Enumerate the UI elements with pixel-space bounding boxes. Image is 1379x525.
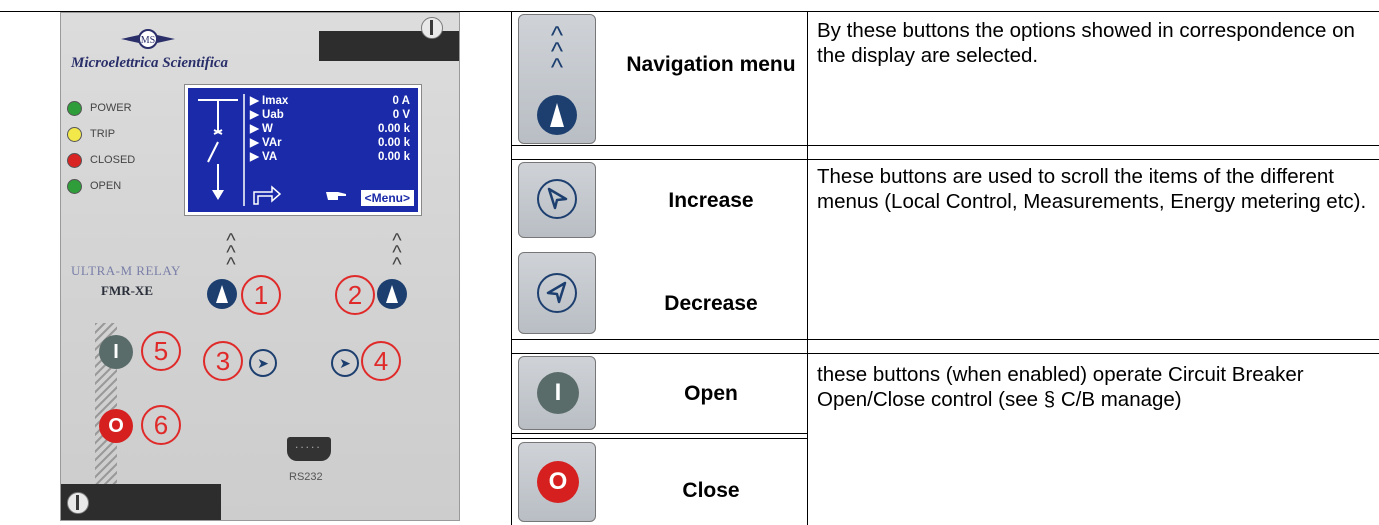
navigation-icon-box: ^ ^ ^ [518,14,596,144]
led-open: OPEN [67,173,135,199]
chevron-up-icon: ^ ^ ^ [226,230,236,276]
desc-increase-decrease: These buttons are used to scroll the ite… [817,165,1367,213]
decrease-arrow-icon [537,273,577,313]
label-decrease: Decrease [664,292,758,315]
table-divider [511,433,807,434]
reading-uab: ▶ Uab 0 V [250,109,410,121]
close-button-icon: O [537,461,579,503]
decrease-button[interactable]: ➤ [331,349,359,377]
arrow-right-icon [253,185,282,205]
button-reference-table: ^ ^ ^ Navigation menu By these buttons the… [511,12,1379,525]
pointing-hand-icon [326,192,346,200]
desc-open-close: these buttons (when enabled) operate Cir… [817,363,1304,411]
callout-1: 1 [241,275,281,315]
brand-name: Microelettrica Scientifica [71,55,229,71]
rs232-port-icon [287,437,331,461]
lcd-display: ▶ Imax 0 A ▶ Uab 0 V ▶ W 0.00 k ▶ VAr 0.00 k… [185,85,421,215]
open-button[interactable]: I [99,335,133,369]
label-open: Open [684,382,738,405]
relay-model-line1: ULTRA-M RELAY [71,263,181,278]
led-label: POWER [90,102,132,114]
open-button-icon: I [537,372,579,414]
callout-5: 5 [141,331,181,371]
left-nav-button[interactable] [207,279,237,309]
callout-2: 2 [335,275,375,315]
reading-var: ▶ VAr 0.00 k [250,137,410,149]
callout-4: 4 [361,341,401,381]
menu-softkey-label: <Menu> [360,190,414,206]
screw-icon [421,17,443,39]
desc-navigation-menu: By these buttons the options showed in c… [817,19,1355,67]
increase-button[interactable]: ➤ [249,349,277,377]
decrease-icon-box [518,252,596,334]
led-trip: TRIP [67,121,135,147]
table-divider [511,353,1379,354]
led-label: TRIP [90,128,116,140]
reading-va: ▶ VA 0.00 k [250,151,410,163]
callout-6: 6 [141,405,181,445]
led-open-icon [67,178,82,194]
led-label: CLOSED [90,154,136,166]
led-closed: CLOSED [67,147,135,173]
label-navigation-menu: Navigation menu [626,53,796,76]
label-increase: Increase [668,189,754,212]
close-icon-box: O [518,442,596,522]
breaker-diagram-icon [198,94,245,206]
table-divider [511,145,1379,146]
open-icon-box: I [518,356,596,430]
close-button[interactable]: O [99,409,133,443]
chevron-up-icon: ^ ^ ^ [550,20,564,82]
logo-icon: MS [121,29,175,49]
relay-front-panel: MS Microelettrica Scientifica POWER TRIP… [60,12,460,521]
callout-3: 3 [203,341,243,381]
display-readings: ▶ Imax 0 A ▶ Uab 0 V ▶ W 0.00 k ▶ VAr 0.00 k… [250,94,410,164]
led-label: OPEN [90,180,122,192]
label-close: Close [682,479,740,502]
table-divider [511,438,807,439]
table-column-divider [807,12,808,525]
chevron-up-icon: ^ ^ ^ [392,230,402,276]
increase-arrow-icon [537,179,577,219]
increase-icon-box [518,162,596,238]
reading-w: ▶ W 0.00 k [250,123,410,135]
table-divider [511,339,1379,340]
table-divider [511,159,1379,160]
led-power-icon [67,100,82,116]
navigation-arrow-icon [537,95,577,135]
led-indicators: POWER TRIP CLOSED OPEN [67,95,135,199]
screw-icon [67,492,89,514]
logo-text: MS [141,35,155,46]
led-power: POWER [67,95,135,121]
table-left-border [511,12,512,525]
right-nav-button[interactable] [377,279,407,309]
rs232-label: RS232 [289,471,323,483]
led-closed-icon [67,152,82,168]
relay-model-line2: FMR-XE [101,283,153,298]
reading-imax: ▶ Imax 0 A [250,95,410,107]
led-trip-icon [67,126,82,142]
